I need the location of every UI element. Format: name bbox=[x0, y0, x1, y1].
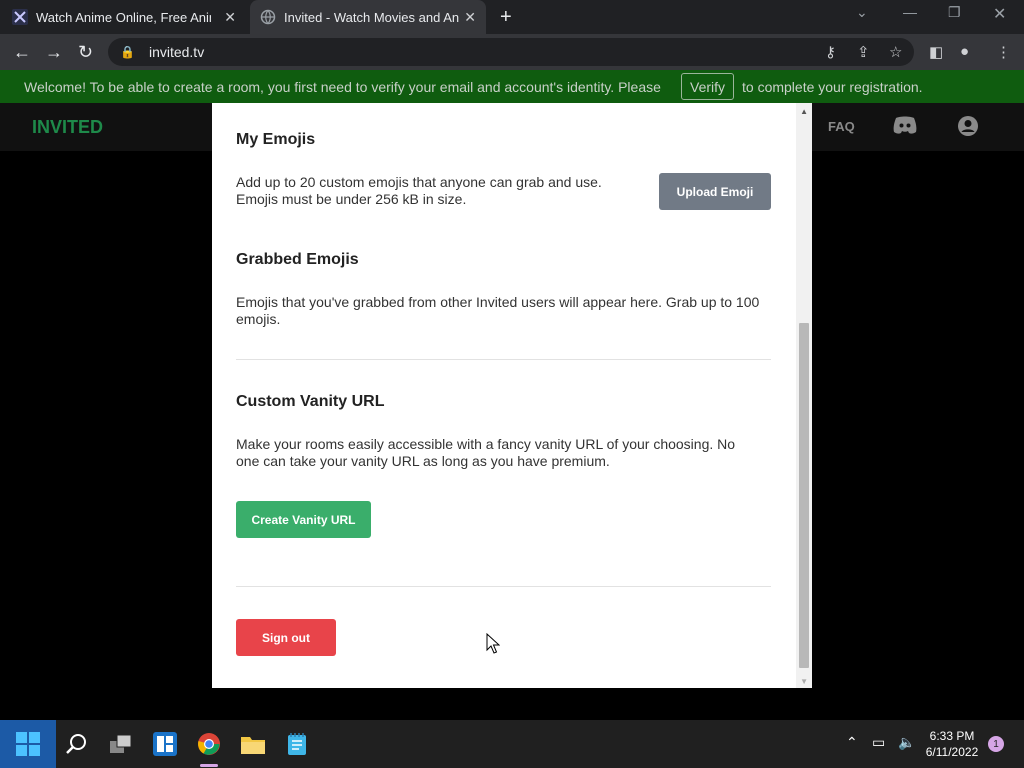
menu-kebab-icon[interactable]: ⋮ bbox=[996, 43, 1011, 61]
upload-emoji-button[interactable]: Upload Emoji bbox=[659, 173, 771, 210]
site-logo[interactable]: INVITED bbox=[32, 117, 103, 138]
system-clock[interactable]: 6:33 PM 6/11/2022 bbox=[922, 728, 982, 760]
tab-invited[interactable]: Invited - Watch Movies and Anime ✕ bbox=[250, 0, 486, 34]
active-app-indicator bbox=[200, 764, 218, 767]
address-bar[interactable]: 🔒 invited.tv bbox=[108, 38, 914, 66]
scrollbar-thumb[interactable] bbox=[799, 323, 809, 668]
discord-icon[interactable] bbox=[892, 115, 918, 140]
profile-icon[interactable]: ● bbox=[960, 43, 969, 60]
globe-icon bbox=[260, 9, 276, 25]
anime-site-favicon-icon bbox=[12, 9, 28, 25]
vanity-url-text-line1: Make your rooms easily accessible with a… bbox=[236, 436, 736, 452]
file-explorer-icon[interactable] bbox=[239, 730, 267, 758]
key-icon[interactable]: ⚷ bbox=[825, 43, 836, 61]
verification-banner: Welcome! To be able to create a room, yo… bbox=[0, 70, 1024, 103]
tab-search-icon[interactable]: ⌄ bbox=[856, 4, 868, 21]
widgets-icon[interactable] bbox=[151, 730, 179, 758]
divider bbox=[236, 359, 771, 360]
vanity-url-heading: Custom Vanity URL bbox=[236, 393, 385, 410]
tab-watch-anime[interactable]: Watch Anime Online, Free Anime ✕ bbox=[12, 0, 246, 34]
url-text: invited.tv bbox=[148, 44, 205, 60]
windows-logo-icon bbox=[16, 732, 40, 756]
clock-time: 6:33 PM bbox=[929, 729, 975, 743]
vanity-url-text-line2: one can take your vanity URL as long as … bbox=[236, 453, 610, 469]
chevron-up-icon[interactable]: ⌃ bbox=[846, 734, 858, 751]
close-tab-icon[interactable]: ✕ bbox=[224, 9, 236, 26]
close-tab-icon[interactable]: ✕ bbox=[464, 9, 476, 26]
notepad-icon[interactable] bbox=[283, 730, 311, 758]
minimize-icon[interactable]: — bbox=[903, 4, 917, 20]
create-vanity-url-button[interactable]: Create Vanity URL bbox=[236, 501, 371, 538]
modal-scrollbar[interactable]: ▲ ▼ bbox=[796, 103, 812, 688]
banner-text-end: to complete your registration. bbox=[742, 78, 923, 95]
sign-out-button[interactable]: Sign out bbox=[236, 619, 336, 656]
banner-text: Welcome! To be able to create a room, yo… bbox=[24, 78, 661, 95]
account-icon[interactable] bbox=[957, 115, 979, 142]
reload-icon[interactable]: ↻ bbox=[78, 42, 93, 63]
my-emojis-text-line1: Add up to 20 custom emojis that anyone c… bbox=[236, 174, 602, 190]
settings-modal: My Emojis Add up to 20 custom emojis tha… bbox=[212, 103, 812, 688]
verify-button[interactable]: Verify bbox=[681, 73, 735, 100]
close-window-icon[interactable]: ✕ bbox=[993, 4, 1006, 24]
scroll-down-arrow-icon[interactable]: ▼ bbox=[800, 677, 808, 686]
start-button[interactable] bbox=[0, 720, 56, 768]
scroll-up-arrow-icon[interactable]: ▲ bbox=[800, 107, 808, 116]
back-arrow-icon[interactable]: ← bbox=[13, 42, 31, 63]
search-icon[interactable] bbox=[63, 730, 91, 758]
share-icon[interactable]: ⇪ bbox=[857, 43, 870, 61]
new-tab-button[interactable]: + bbox=[500, 6, 512, 29]
grabbed-emojis-text-line2: emojis. bbox=[236, 311, 281, 327]
my-emojis-text-line2: Emojis must be under 256 kB in size. bbox=[236, 191, 467, 207]
mouse-pointer-icon bbox=[486, 632, 501, 660]
divider bbox=[236, 586, 771, 587]
chrome-icon[interactable] bbox=[195, 730, 223, 758]
tab-title: Invited - Watch Movies and Anime bbox=[284, 9, 459, 25]
faq-link[interactable]: FAQ bbox=[828, 119, 855, 134]
restore-icon[interactable]: ❐ bbox=[948, 4, 961, 21]
volume-icon[interactable]: 🔈 bbox=[898, 734, 915, 751]
tab-title: Watch Anime Online, Free Anime bbox=[36, 9, 211, 25]
side-panel-icon[interactable]: ◧ bbox=[929, 43, 943, 61]
browser-tab-bar: Watch Anime Online, Free Anime ✕ Invited… bbox=[0, 0, 1024, 34]
network-icon[interactable]: ▭ bbox=[872, 734, 885, 751]
lock-icon: 🔒 bbox=[120, 45, 135, 59]
browser-toolbar: ← → ↻ 🔒 invited.tv ⚷ ⇪ ☆ ◧ ● ⋮ bbox=[0, 34, 1024, 70]
forward-arrow-icon[interactable]: → bbox=[45, 42, 63, 63]
grabbed-emojis-text-line1: Emojis that you've grabbed from other In… bbox=[236, 294, 760, 310]
grabbed-emojis-heading: Grabbed Emojis bbox=[236, 251, 359, 268]
notification-badge[interactable]: 1 bbox=[988, 736, 1004, 752]
clock-date: 6/11/2022 bbox=[925, 745, 979, 759]
windows-taskbar: ⌃ ▭ 🔈 6:33 PM 6/11/2022 1 bbox=[0, 720, 1024, 768]
star-bookmark-icon[interactable]: ☆ bbox=[889, 43, 902, 61]
task-view-icon[interactable] bbox=[107, 730, 135, 758]
my-emojis-heading: My Emojis bbox=[236, 131, 316, 148]
